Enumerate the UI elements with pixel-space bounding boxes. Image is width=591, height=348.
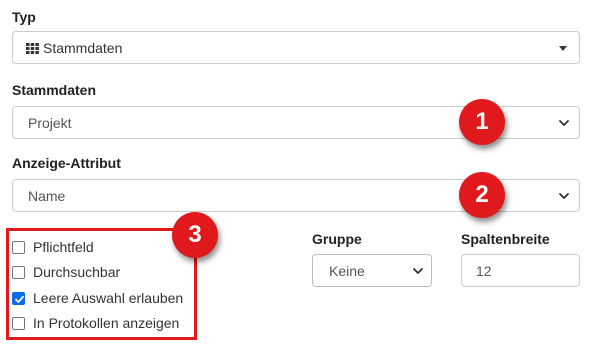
chevron-down-icon — [559, 192, 569, 199]
anzeige-attribut-label: Anzeige-Attribut — [12, 155, 121, 171]
spaltenbreite-input[interactable]: 12 — [461, 254, 580, 287]
typ-select[interactable]: Stammdaten — [12, 31, 580, 64]
stammdaten-select-value: Projekt — [28, 114, 72, 131]
typ-select-value: Stammdaten — [43, 39, 123, 56]
spaltenbreite-label: Spaltenbreite — [461, 231, 550, 247]
spaltenbreite-input-value: 12 — [476, 262, 492, 279]
checkbox-label: Durchsuchbar — [33, 264, 121, 280]
checkbox-label: In Protokollen anzeigen — [33, 315, 180, 331]
checkmark-icon — [15, 295, 24, 303]
gruppe-label: Gruppe — [312, 231, 362, 247]
checkbox-leere-auswahl[interactable]: Leere Auswahl erlauben — [12, 288, 183, 308]
checkbox-label: Pflichtfeld — [33, 239, 94, 255]
stammdaten-label: Stammdaten — [12, 82, 97, 98]
badge-2: 2 — [459, 172, 505, 218]
typ-select-value-wrap: Stammdaten — [26, 40, 122, 56]
gruppe-select-value: Keine — [329, 262, 365, 279]
anzeige-attribut-select-value: Name — [28, 187, 66, 204]
caret-down-icon — [559, 45, 567, 51]
checkbox-label: Leere Auswahl erlauben — [33, 290, 184, 306]
checkbox-pflichtfeld[interactable]: Pflichtfeld — [12, 237, 94, 257]
chevron-down-icon — [413, 267, 423, 274]
checkbox-box[interactable] — [12, 240, 25, 254]
badge-3: 3 — [172, 212, 218, 258]
checkbox-box-checked[interactable] — [12, 291, 25, 305]
typ-label: Typ — [12, 9, 36, 25]
badge-1: 1 — [459, 99, 505, 145]
checkbox-box[interactable] — [12, 316, 25, 330]
checkbox-in-protokollen[interactable]: In Protokollen anzeigen — [12, 313, 179, 333]
checkbox-box[interactable] — [12, 265, 25, 279]
chevron-down-icon — [559, 119, 569, 126]
grid-icon — [26, 42, 39, 54]
checkbox-durchsuchbar[interactable]: Durchsuchbar — [12, 262, 120, 282]
gruppe-select[interactable]: Keine — [312, 254, 432, 287]
